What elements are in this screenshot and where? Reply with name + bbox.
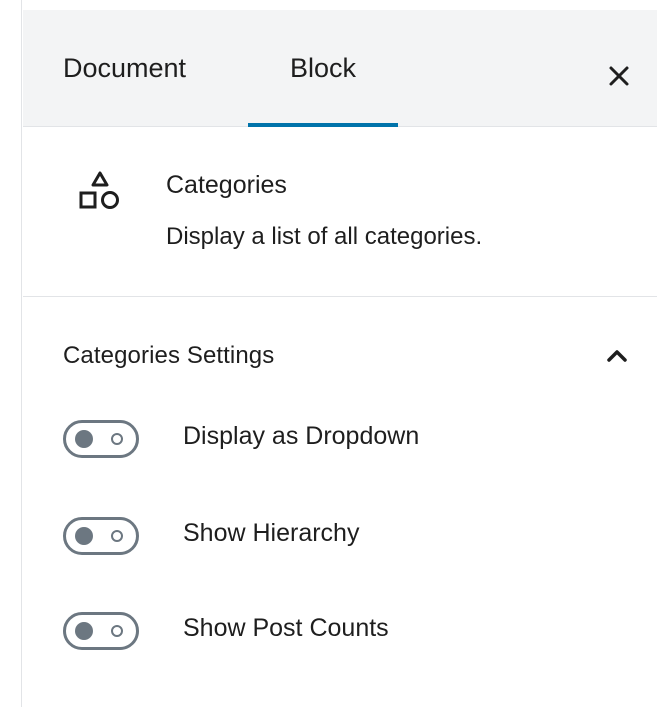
sidebar-tabs-header: Document Block [23,10,657,127]
categories-settings-panel-toggle[interactable]: Categories Settings [23,298,657,408]
display-as-dropdown-label[interactable]: Display as Dropdown [183,422,419,451]
settings-sidebar: Document Block Categories Display a list… [23,10,657,707]
chevron-up-icon [607,350,627,362]
block-description: Display a list of all categories. [166,223,483,250]
shapes-icon [79,171,119,209]
show-hierarchy-toggle[interactable] [63,517,139,555]
close-icon [609,66,629,86]
toggle-off-indicator-icon [111,433,123,445]
toggle-knob [75,622,93,640]
show-hierarchy-label[interactable]: Show Hierarchy [183,519,359,548]
tab-block-label: Block [289,53,357,83]
toggle-row-display-as-dropdown: Display as Dropdown [63,414,623,464]
toggle-row-show-post-counts: Show Post Counts [63,606,623,656]
show-post-counts-toggle[interactable] [63,612,139,650]
top-strip [22,0,657,10]
close-sidebar-button[interactable] [597,54,641,98]
toggle-knob [75,430,93,448]
block-title: Categories [166,171,287,199]
display-as-dropdown-toggle[interactable] [63,420,139,458]
toggle-knob [75,527,93,545]
toggle-row-show-hierarchy: Show Hierarchy [63,511,623,561]
editor-canvas-edge [0,0,22,707]
tab-document-label: Document [63,53,187,83]
show-post-counts-label[interactable]: Show Post Counts [183,614,389,643]
tab-document[interactable]: Document [47,10,217,127]
editor-sidebar-screenshot: Document Block Categories Display a list… [0,0,657,707]
tab-block[interactable]: Block [248,10,398,127]
block-card: Categories Display a list of all categor… [23,127,657,297]
panel-title: Categories Settings [63,342,275,369]
toggle-off-indicator-icon [111,625,123,637]
toggle-off-indicator-icon [111,530,123,542]
